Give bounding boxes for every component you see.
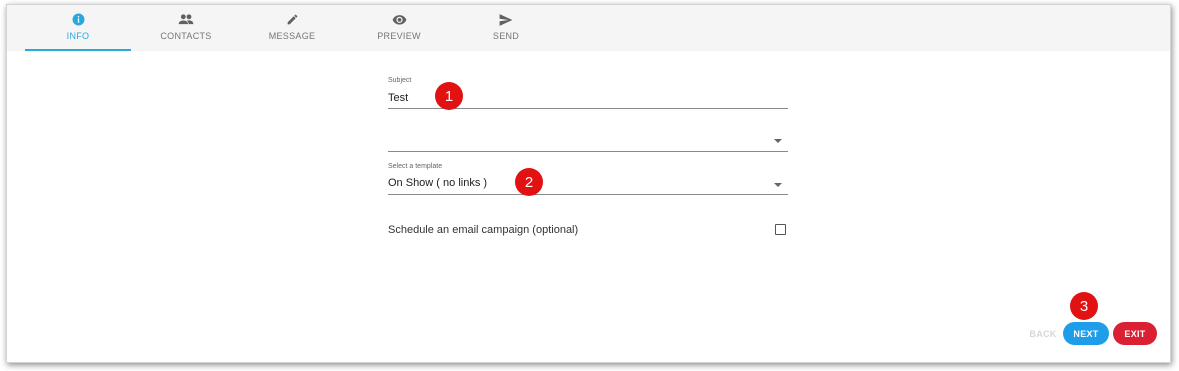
callout-badge-1: 1 — [435, 82, 463, 110]
template-label: Select a template — [388, 163, 443, 170]
tab-info-label: INFO — [66, 31, 90, 41]
callout-badge-3: 3 — [1070, 292, 1098, 320]
unlabeled-dropdown[interactable] — [388, 133, 788, 149]
tab-message[interactable]: MESSAGE — [239, 5, 345, 51]
chevron-down-icon — [774, 139, 782, 143]
next-button[interactable]: NEXT — [1063, 322, 1109, 345]
chevron-down-icon — [774, 183, 782, 187]
campaign-info-form: Subject Test Select a template On Show (… — [388, 5, 788, 362]
active-tab-indicator — [25, 49, 131, 51]
tab-info[interactable]: INFO — [25, 5, 131, 51]
people-icon — [178, 12, 194, 27]
info-icon — [72, 12, 85, 27]
template-underline — [388, 194, 788, 195]
pencil-icon — [286, 12, 299, 27]
subject-input[interactable]: Test — [388, 92, 408, 104]
campaign-wizard-window: INFO CONTACTS MESSAGE PREVIEW SEND Subje… — [6, 4, 1171, 363]
subject-label: Subject — [388, 77, 412, 84]
callout-badge-2: 2 — [515, 168, 543, 196]
tab-contacts[interactable]: CONTACTS — [133, 5, 239, 51]
back-button[interactable]: BACK — [1025, 322, 1061, 345]
schedule-checkbox[interactable] — [775, 224, 786, 235]
tab-message-label: MESSAGE — [268, 31, 316, 41]
schedule-label: Schedule an email campaign (optional) — [388, 224, 579, 236]
dropdown-underline — [388, 151, 788, 152]
exit-button[interactable]: EXIT — [1113, 322, 1157, 345]
template-select[interactable]: On Show ( no links ) — [388, 177, 487, 189]
tab-contacts-label: CONTACTS — [160, 31, 212, 41]
